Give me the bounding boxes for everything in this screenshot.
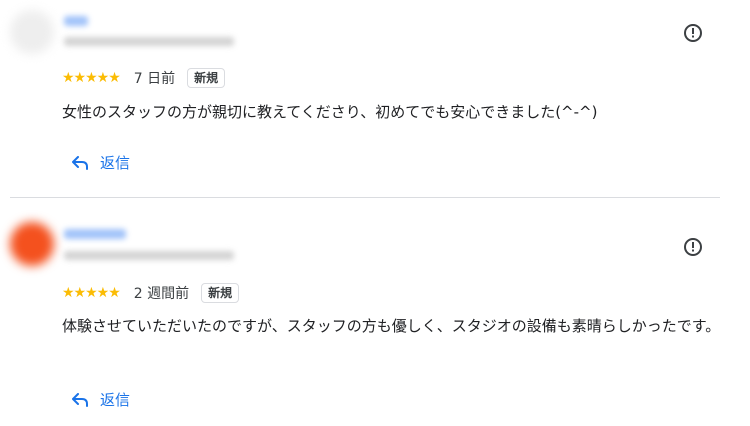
review-text: 女性のスタッフの方が親切に教えてくださり、初めてでも安心できました(^-^)	[62, 103, 598, 121]
star-rating: ★★★★★	[62, 285, 121, 301]
reviewer-meta-blurred	[64, 251, 234, 260]
rating-row: ★★★★★ 7 日前 新規	[62, 67, 226, 89]
avatar[interactable]	[10, 222, 54, 266]
new-badge: 新規	[187, 68, 226, 88]
review-time: 2 週間前	[133, 286, 190, 302]
reviewer-name-blurred[interactable]	[64, 16, 88, 26]
review-time: 7 日前	[133, 71, 176, 87]
divider	[10, 197, 720, 198]
reply-arrow-icon	[72, 392, 88, 407]
reply-arrow-icon	[72, 155, 88, 170]
review-text: 体験させていただいたのですが、スタッフの方も優しく、スタジオの設備も素晴らしかっ…	[62, 317, 721, 335]
report-flag-icon[interactable]	[684, 24, 702, 42]
reply-button[interactable]: 返信	[72, 389, 130, 410]
reviewer-meta-blurred	[64, 37, 234, 46]
new-badge: 新規	[201, 283, 240, 303]
avatar[interactable]	[10, 10, 54, 54]
rating-row: ★★★★★ 2 週間前 新規	[62, 282, 240, 304]
reply-button[interactable]: 返信	[72, 152, 130, 173]
star-rating: ★★★★★	[62, 70, 121, 86]
reviewer-name-blurred[interactable]	[64, 229, 126, 239]
report-flag-icon[interactable]	[684, 238, 702, 256]
reply-label: 返信	[100, 391, 131, 409]
reply-label: 返信	[100, 154, 131, 172]
